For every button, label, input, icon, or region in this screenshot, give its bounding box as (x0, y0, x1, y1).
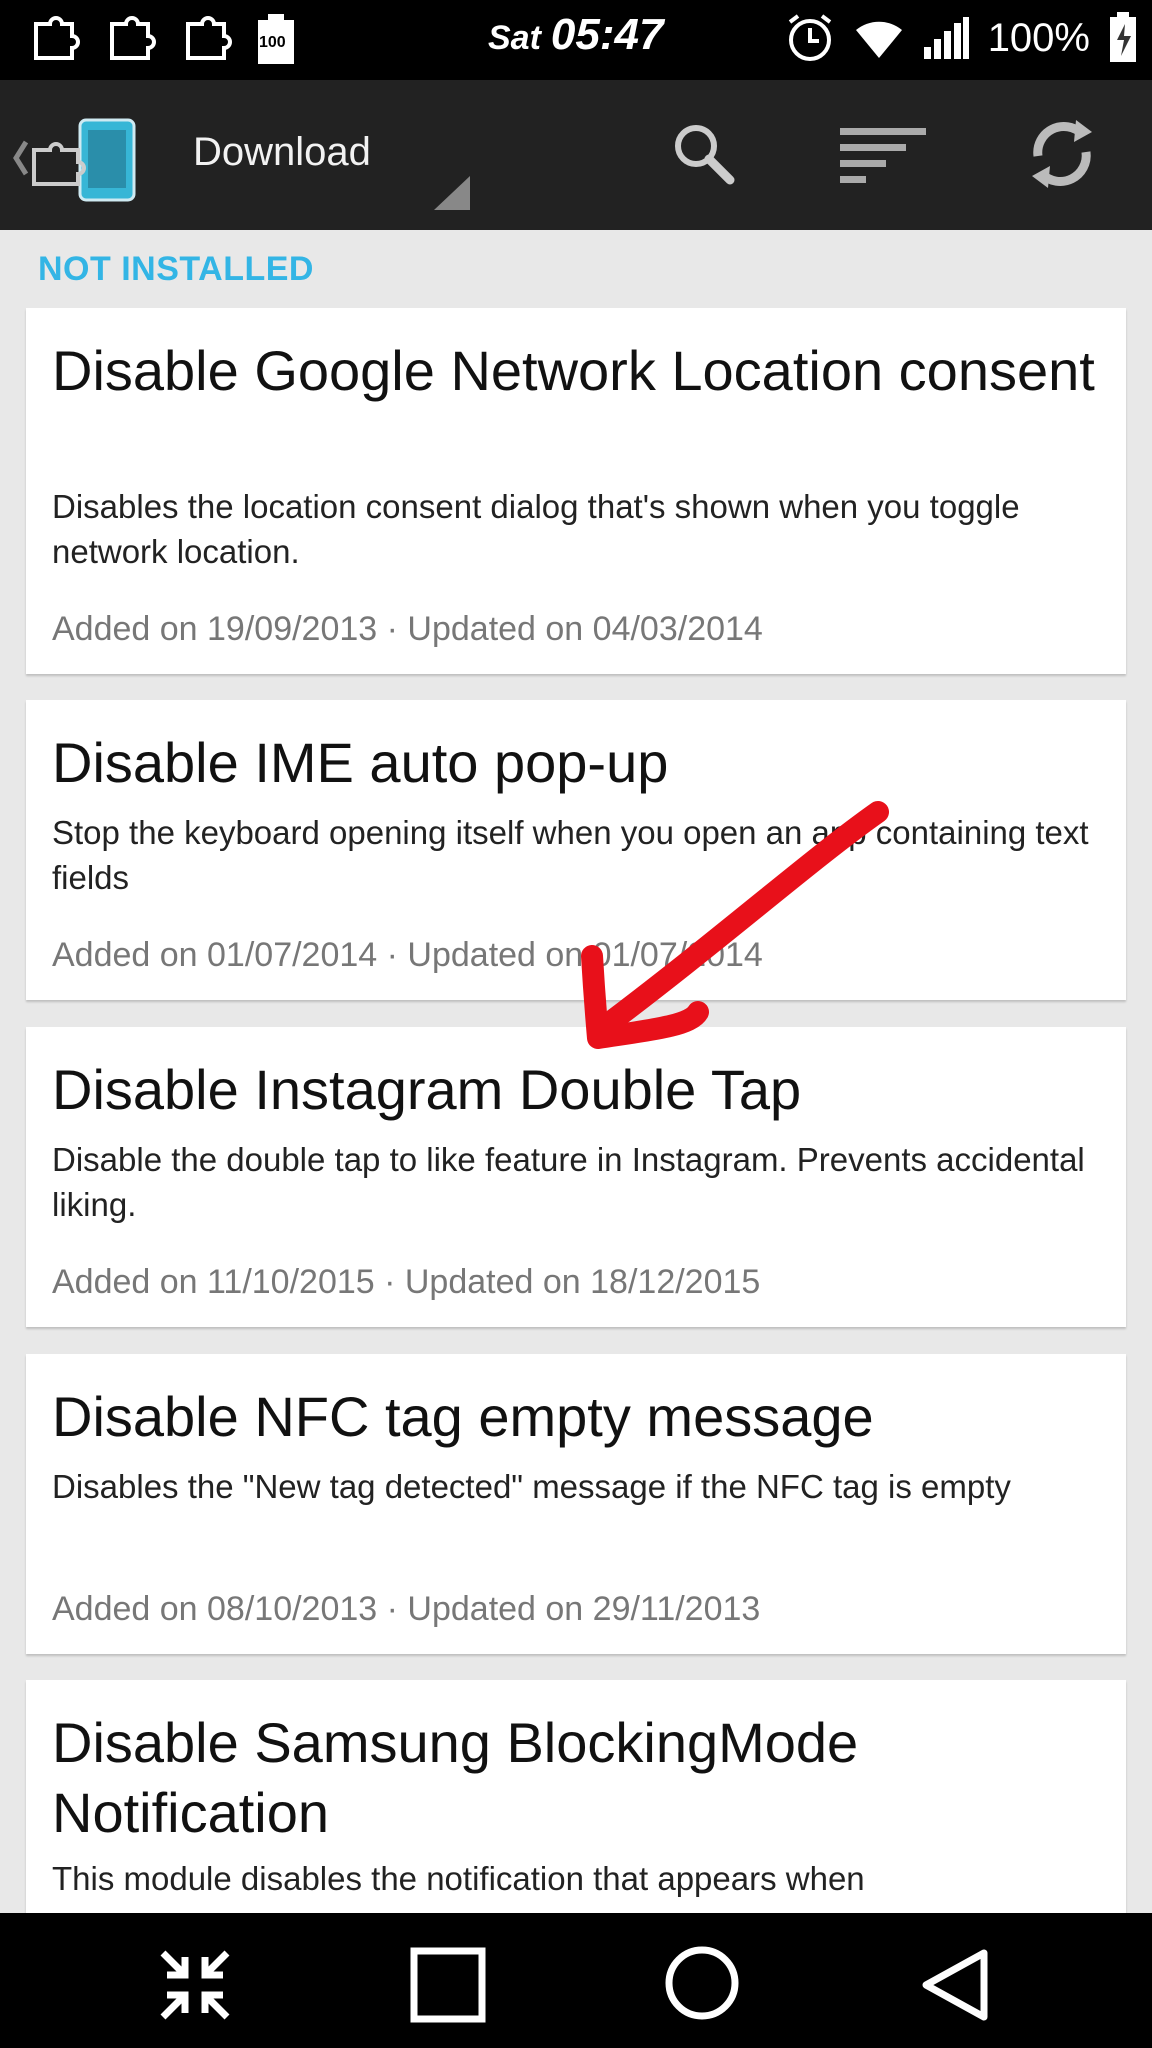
module-title: Disable NFC tag empty message (52, 1385, 874, 1448)
clock-day: Sat (488, 19, 541, 57)
sort-icon[interactable] (838, 124, 928, 184)
section-header-not-installed: NOT INSTALLED (38, 250, 314, 288)
module-title: Disable Instagram Double Tap (52, 1058, 802, 1121)
module-description: Disables the location consent dialog tha… (52, 488, 1020, 570)
module-dates: Added on 01/07/2014 · Updated on 01/07/2… (52, 936, 763, 974)
module-card[interactable]: Disable Samsung BlockingMode Notificatio… (26, 1680, 1126, 1913)
status-bar: 100 Sat 05:47 100% (0, 0, 1152, 80)
page-title[interactable]: Download (193, 130, 371, 175)
battery-icon (1110, 12, 1136, 62)
module-title: Disable IME auto pop-up (52, 731, 669, 794)
module-dates: Added on 19/09/2013 · Updated on 04/03/2… (52, 610, 763, 648)
module-description: Disable the double tap to like feature i… (52, 1141, 1085, 1223)
puzzle-icon (34, 16, 80, 60)
module-description: This module disables the notification th… (52, 1860, 865, 1897)
module-card[interactable]: Disable IME auto pop-up Stop the keyboar… (26, 700, 1126, 1000)
puzzle-icon (186, 16, 232, 60)
clock: Sat 05:47 (488, 10, 663, 70)
home-icon[interactable] (664, 1945, 740, 2021)
system-indicators: 100% (784, 12, 1138, 64)
recents-icon[interactable] (410, 1947, 486, 2023)
alarm-icon (788, 14, 831, 61)
module-card[interactable]: Disable Instagram Double Tap Disable the… (26, 1027, 1126, 1327)
action-bar: Download (0, 80, 1152, 230)
dropdown-indicator-icon[interactable] (432, 174, 472, 212)
module-card[interactable]: Disable NFC tag empty message Disables t… (26, 1354, 1126, 1654)
module-description: Stop the keyboard opening itself when yo… (52, 814, 1089, 896)
module-dates: Added on 08/10/2013 · Updated on 29/11/2… (52, 1590, 761, 1628)
module-card[interactable]: Disable Google Network Location consent … (26, 308, 1126, 674)
battery-100-label: 100 (259, 34, 286, 51)
wifi-icon (855, 21, 902, 58)
module-dates: Added on 11/10/2015 · Updated on 18/12/2… (52, 1263, 761, 1301)
clock-time: 05:47 (550, 10, 664, 59)
navigation-bar (0, 1913, 1152, 2048)
puzzle-icon (110, 16, 156, 60)
xposed-logo-icon (13, 118, 136, 202)
notification-icons: 100 (30, 14, 294, 64)
refresh-icon[interactable] (1024, 116, 1100, 192)
collapse-icon[interactable] (157, 1947, 233, 2023)
module-title: Disable Samsung BlockingMode Notificatio… (52, 1711, 859, 1844)
battery-percent: 100% (987, 15, 1090, 60)
module-description: Disables the "New tag detected" message … (52, 1468, 1011, 1505)
back-icon[interactable] (920, 1947, 990, 2023)
battery-100-icon: 100 (258, 14, 294, 64)
search-icon[interactable] (670, 120, 736, 186)
signal-icon (923, 17, 969, 59)
app-home-button[interactable] (12, 114, 142, 209)
module-title: Disable Google Network Location consent (52, 339, 1095, 402)
